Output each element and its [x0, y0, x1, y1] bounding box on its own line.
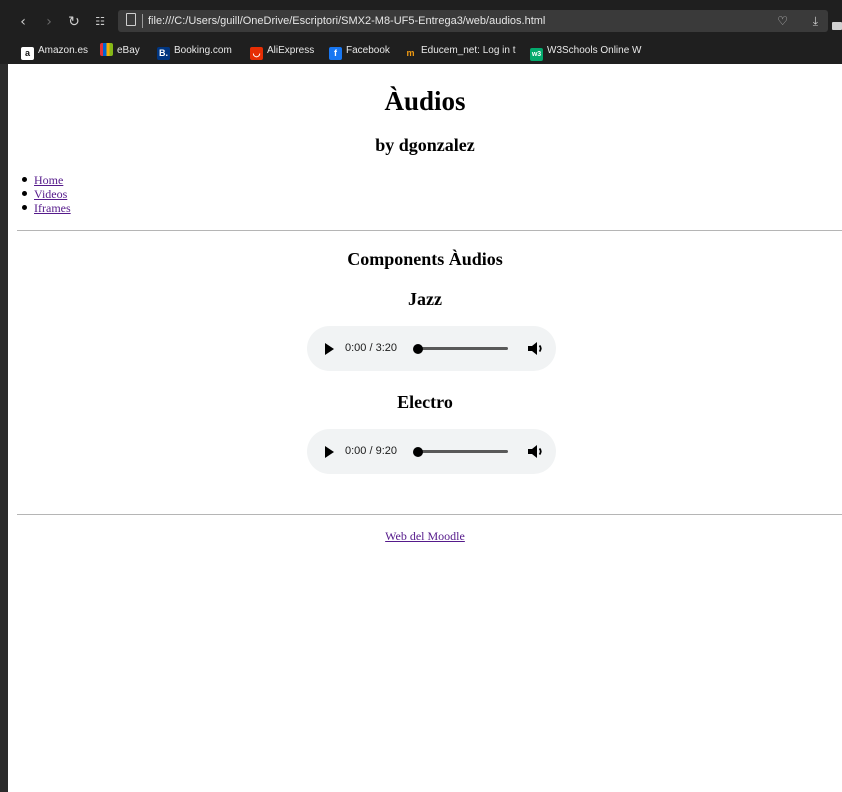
nav-item-iframes: Iframes — [21, 201, 71, 215]
browser-chrome: ‹ › ↻ ☷ file:///C:/Users/guill/OneDrive/… — [0, 0, 842, 64]
page-icon — [126, 13, 136, 26]
bookmarks-bar: a Amazon.es eBay B. Booking.com ◡ AliExpres… — [0, 40, 842, 62]
audio-player-jazz[interactable]: 0:00 / 3:20 — [307, 326, 556, 371]
volume-icon[interactable] — [527, 443, 545, 460]
track-title-electro: Electro — [397, 392, 453, 412]
url-text[interactable]: file:///C:/Users/guill/OneDrive/Escripto… — [148, 10, 545, 32]
page-title: Àudios — [384, 86, 466, 116]
play-icon[interactable] — [325, 446, 334, 458]
aliexpress-icon: ◡ — [250, 47, 263, 60]
ebay-icon — [100, 43, 113, 56]
bookmark-label: eBay — [117, 45, 140, 56]
horizontal-rule — [17, 230, 842, 231]
slider-thumb[interactable] — [413, 344, 423, 354]
battery-icon — [832, 22, 842, 30]
nav-link-videos[interactable]: Videos — [34, 187, 67, 201]
nav-link-iframes[interactable]: Iframes — [34, 201, 71, 215]
booking-icon: B. — [157, 47, 170, 60]
bookmark-aliexpress[interactable]: ◡ AliExpress — [250, 43, 315, 60]
time-display: 0:00 / 3:20 — [345, 342, 397, 354]
bookmark-label: AliExpress — [267, 45, 315, 56]
bookmark-booking[interactable]: B. Booking.com — [157, 43, 232, 60]
nav-list: Home Videos Iframes — [21, 173, 71, 215]
bullet-icon — [22, 205, 27, 210]
bookmark-amazon[interactable]: a Amazon.es — [21, 43, 89, 60]
amazon-icon: a — [21, 47, 34, 60]
bookmark-facebook[interactable]: f Facebook — [329, 43, 390, 60]
download-icon[interactable]: ⤓ — [813, 10, 818, 32]
browser-toolbar: ‹ › ↻ ☷ file:///C:/Users/guill/OneDrive/… — [0, 8, 842, 36]
nav-link-home[interactable]: Home — [34, 173, 63, 187]
bookmark-ebay[interactable]: eBay — [100, 43, 140, 59]
heart-icon[interactable]: ♡ — [777, 10, 788, 32]
section-title: Components Àudios — [347, 249, 503, 269]
bullet-icon — [22, 177, 27, 182]
bookmark-label: Amazon.es — [38, 45, 89, 56]
window-left-edge — [0, 0, 8, 792]
play-icon[interactable] — [325, 343, 334, 355]
bookmark-label: Booking.com — [174, 45, 232, 56]
bookmark-w3schools[interactable]: w3 W3Schools Online W — [530, 43, 642, 61]
horizontal-rule — [17, 514, 842, 515]
reload-icon[interactable]: ↻ — [66, 8, 82, 36]
bookmark-label: Facebook — [346, 45, 390, 56]
facebook-icon: f — [329, 47, 342, 60]
audio-player-electro[interactable]: 0:00 / 9:20 — [307, 429, 556, 474]
progress-slider[interactable] — [416, 450, 508, 453]
bullet-icon — [22, 191, 27, 196]
address-bar[interactable]: file:///C:/Users/guill/OneDrive/Escripto… — [118, 10, 828, 32]
w3schools-icon: w3 — [530, 48, 543, 61]
bookmark-educem[interactable]: m Educem_net: Log in t — [404, 43, 516, 59]
moodle-link[interactable]: Web del Moodle — [385, 529, 465, 543]
nav-item-videos: Videos — [21, 187, 71, 201]
bookmark-label: W3Schools Online W — [547, 45, 642, 56]
forward-arrow-icon[interactable]: › — [42, 8, 56, 36]
track-title-jazz: Jazz — [408, 289, 442, 309]
url-separator — [142, 14, 143, 28]
footer: Web del Moodle — [8, 529, 842, 543]
page-subtitle: by dgonzalez — [375, 135, 475, 155]
progress-slider[interactable] — [416, 347, 508, 350]
nav-item-home: Home — [21, 173, 71, 187]
page-content: Àudios by dgonzalez Home Videos Iframes … — [8, 64, 842, 792]
volume-icon[interactable] — [527, 340, 545, 357]
back-arrow-icon[interactable]: ‹ — [16, 8, 30, 36]
speed-dial-icon[interactable]: ☷ — [92, 8, 108, 36]
educem-icon: m — [406, 48, 415, 58]
bookmark-label: Educem_net: Log in t — [421, 45, 516, 56]
time-display: 0:00 / 9:20 — [345, 445, 397, 457]
slider-thumb[interactable] — [413, 447, 423, 457]
